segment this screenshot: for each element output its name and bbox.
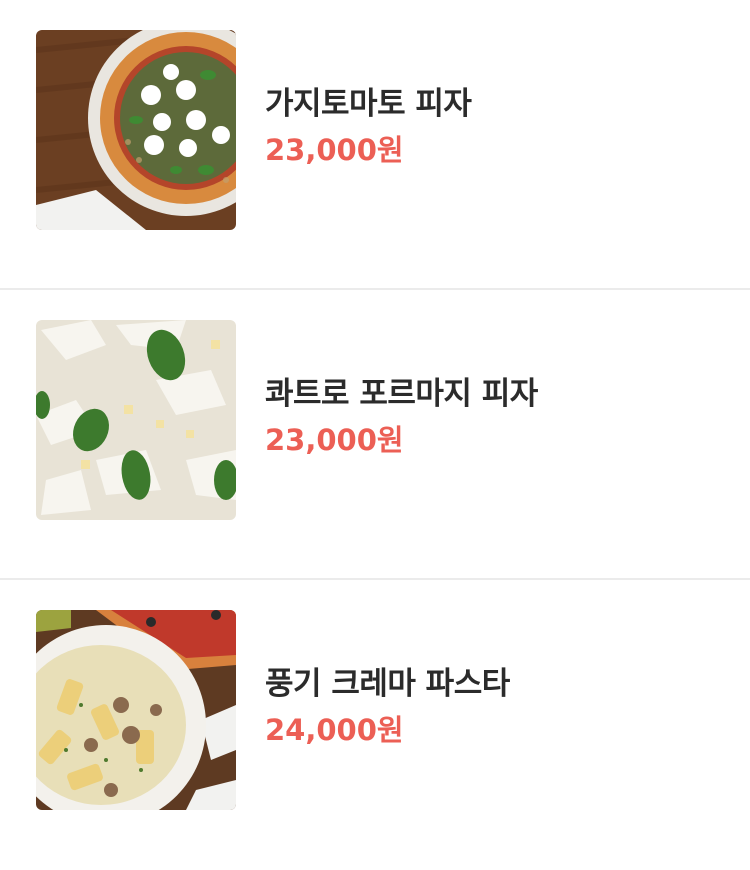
menu-item-price: 24,000원 bbox=[265, 713, 404, 747]
menu-item-info: 풍기 크레마 파스타 24,000원 bbox=[265, 664, 510, 748]
menu-list: 가지토마토 피자 23,000원 콰트로 포르마지 피자 23,000원 풍기 … bbox=[0, 0, 750, 870]
quattro-formaggi-pizza-photo bbox=[36, 320, 236, 520]
menu-item-funghi-crema-pasta[interactable]: 풍기 크레마 파스타 24,000원 bbox=[0, 580, 750, 870]
eggplant-tomato-pizza-photo bbox=[36, 30, 236, 230]
menu-item-name: 풍기 크레마 파스타 bbox=[265, 666, 510, 702]
menu-item-name: 가지토마토 피자 bbox=[265, 86, 472, 122]
menu-item-quattro-formaggi-pizza[interactable]: 콰트로 포르마지 피자 23,000원 bbox=[0, 290, 750, 580]
menu-item-info: 가지토마토 피자 23,000원 bbox=[265, 84, 472, 168]
menu-item-name: 콰트로 포르마지 피자 bbox=[265, 376, 538, 412]
funghi-crema-pasta-photo bbox=[36, 610, 236, 810]
menu-item-eggplant-tomato-pizza[interactable]: 가지토마토 피자 23,000원 bbox=[0, 0, 750, 290]
menu-item-price: 23,000원 bbox=[265, 423, 404, 457]
menu-item-price: 23,000원 bbox=[265, 133, 404, 167]
menu-item-info: 콰트로 포르마지 피자 23,000원 bbox=[265, 374, 538, 458]
